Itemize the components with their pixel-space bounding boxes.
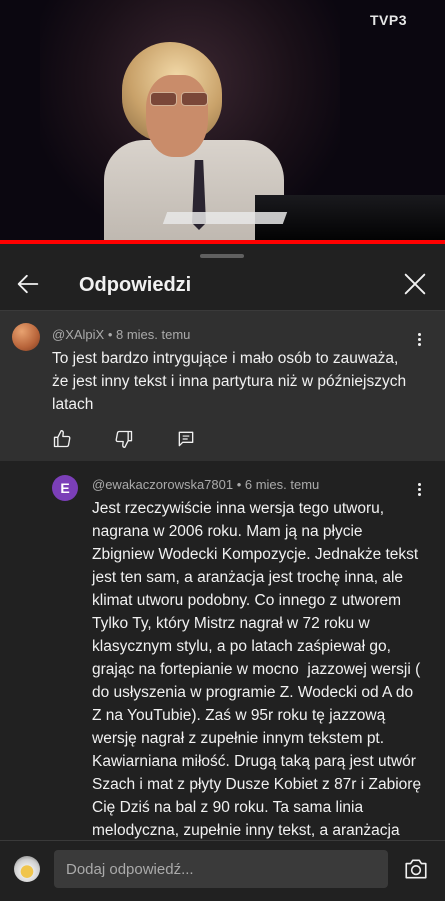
back-button[interactable]: [14, 270, 42, 298]
reply-composer: [0, 840, 445, 901]
like-button[interactable]: [52, 429, 72, 449]
avatar[interactable]: [14, 856, 40, 882]
close-icon: [404, 273, 426, 295]
more-vert-icon[interactable]: [409, 479, 429, 499]
back-arrow-icon: [17, 274, 39, 294]
panel-title: Odpowiedzi: [79, 274, 192, 296]
comment-actions: [52, 429, 238, 449]
parent-comment: @XAlpiX • 8 mies. temu To jest bardzo in…: [0, 311, 445, 461]
comment-text: To jest bardzo intrygujące i mało osób t…: [52, 350, 407, 413]
comment-meta: @XAlpiX • 8 mies. temu: [52, 327, 191, 342]
thumb-down-icon: [115, 430, 133, 448]
performer-glasses: [150, 92, 208, 106]
reply-comment: E @ewakaczorowska7801 • 6 mies. temu Jes…: [0, 461, 445, 841]
comment-text: Jest rzeczywiście inna wersja tego utwor…: [92, 500, 422, 839]
avatar[interactable]: E: [52, 475, 78, 501]
reply-button[interactable]: [176, 429, 196, 449]
video-player[interactable]: TVP3: [0, 0, 445, 244]
camera-icon: [405, 859, 427, 879]
comment-meta: @ewakaczorowska7801 • 6 mies. temu: [92, 477, 320, 492]
close-button[interactable]: [401, 270, 429, 298]
drag-handle[interactable]: [200, 254, 244, 258]
more-vert-icon[interactable]: [409, 329, 429, 349]
replies-panel: Odpowiedzi @XAlpiX • 8 mies. temu To jes…: [0, 244, 445, 900]
panel-header: Odpowiedzi: [0, 264, 445, 312]
dislike-button[interactable]: [114, 429, 134, 449]
piano-keys: [162, 212, 288, 224]
reply-icon: [178, 431, 194, 447]
camera-button[interactable]: [403, 856, 429, 882]
performer-face: [146, 75, 208, 157]
avatar[interactable]: [12, 323, 40, 351]
thumb-up-icon: [53, 430, 71, 448]
reply-input[interactable]: [54, 850, 388, 888]
channel-logo: TVP3: [369, 12, 407, 28]
